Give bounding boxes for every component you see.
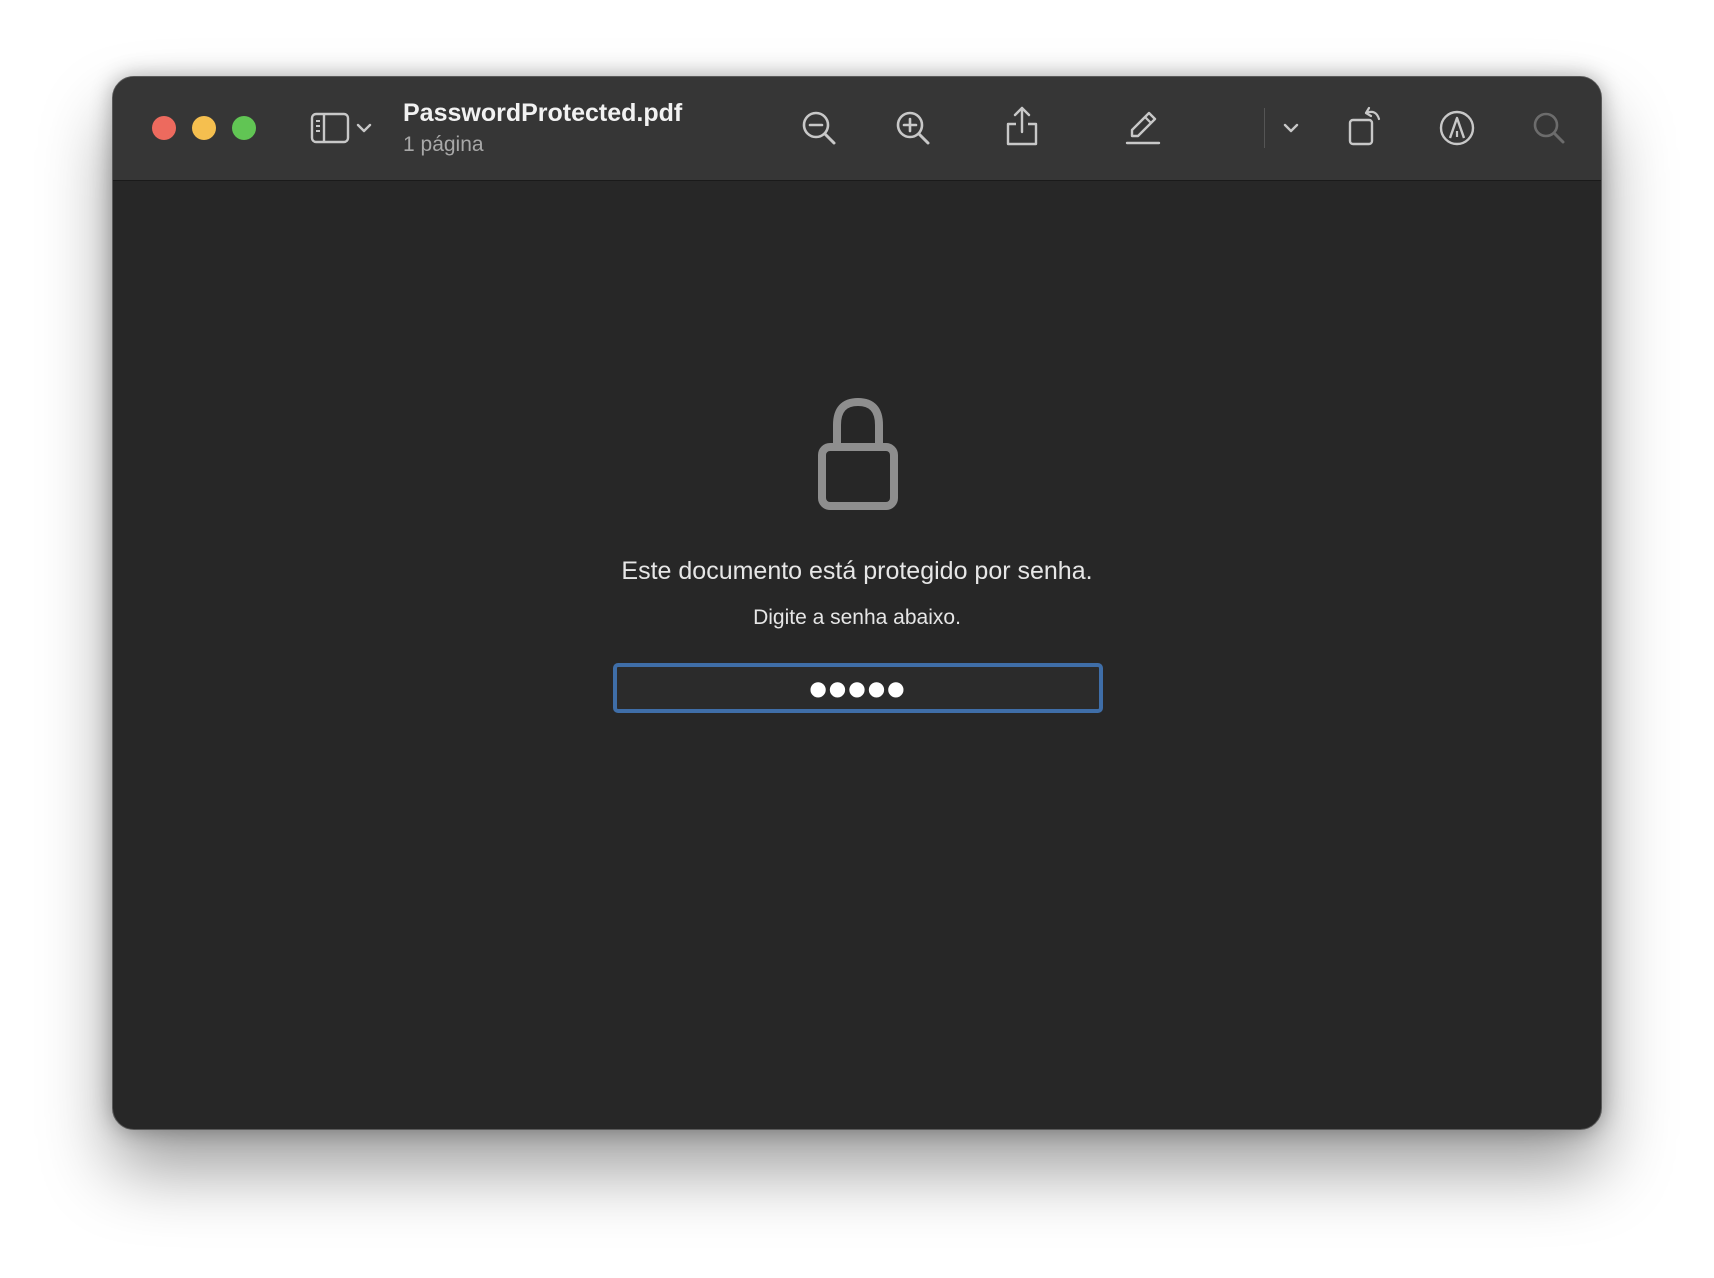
search-button[interactable] xyxy=(1529,108,1569,148)
share-icon xyxy=(1006,106,1038,146)
zoom-in-icon xyxy=(896,111,930,145)
document-area: Este documento está protegido por senha.… xyxy=(113,181,1601,1129)
minimize-button[interactable] xyxy=(192,116,216,140)
highlight-menu-button[interactable] xyxy=(1281,117,1301,139)
rotate-button[interactable] xyxy=(1345,104,1385,148)
maximize-button[interactable] xyxy=(232,116,256,140)
sidebar-icon xyxy=(310,112,350,144)
chevron-down-icon xyxy=(356,123,372,133)
search-icon xyxy=(1533,112,1565,144)
rotate-icon xyxy=(1348,106,1381,146)
sidebar-toggle-button[interactable] xyxy=(309,108,351,148)
zoom-in-button[interactable] xyxy=(893,108,933,148)
close-button[interactable] xyxy=(152,116,176,140)
markup-button[interactable] xyxy=(1437,108,1477,148)
toolbar: PasswordProtected.pdf 1 página xyxy=(113,77,1601,181)
sidebar-menu-button[interactable] xyxy=(354,117,374,139)
share-button[interactable] xyxy=(1002,103,1042,149)
highlight-button[interactable] xyxy=(1122,106,1164,148)
pencil-icon xyxy=(1125,111,1161,145)
password-field[interactable]: ●●●●● xyxy=(613,663,1103,713)
preview-window: PasswordProtected.pdf 1 página Este docu… xyxy=(112,76,1602,1130)
zoom-out-button[interactable] xyxy=(799,108,839,148)
password-instruction: Digite a senha abaixo. xyxy=(753,606,961,629)
lock-icon xyxy=(818,397,898,510)
chevron-down-icon xyxy=(1283,123,1299,133)
document-title: PasswordProtected.pdf xyxy=(403,99,683,127)
markup-icon xyxy=(1439,110,1475,146)
zoom-out-icon xyxy=(802,111,836,145)
page-count: 1 página xyxy=(403,133,484,156)
toolbar-separator xyxy=(1264,108,1265,148)
protected-message: Este documento está protegido por senha. xyxy=(621,557,1093,585)
